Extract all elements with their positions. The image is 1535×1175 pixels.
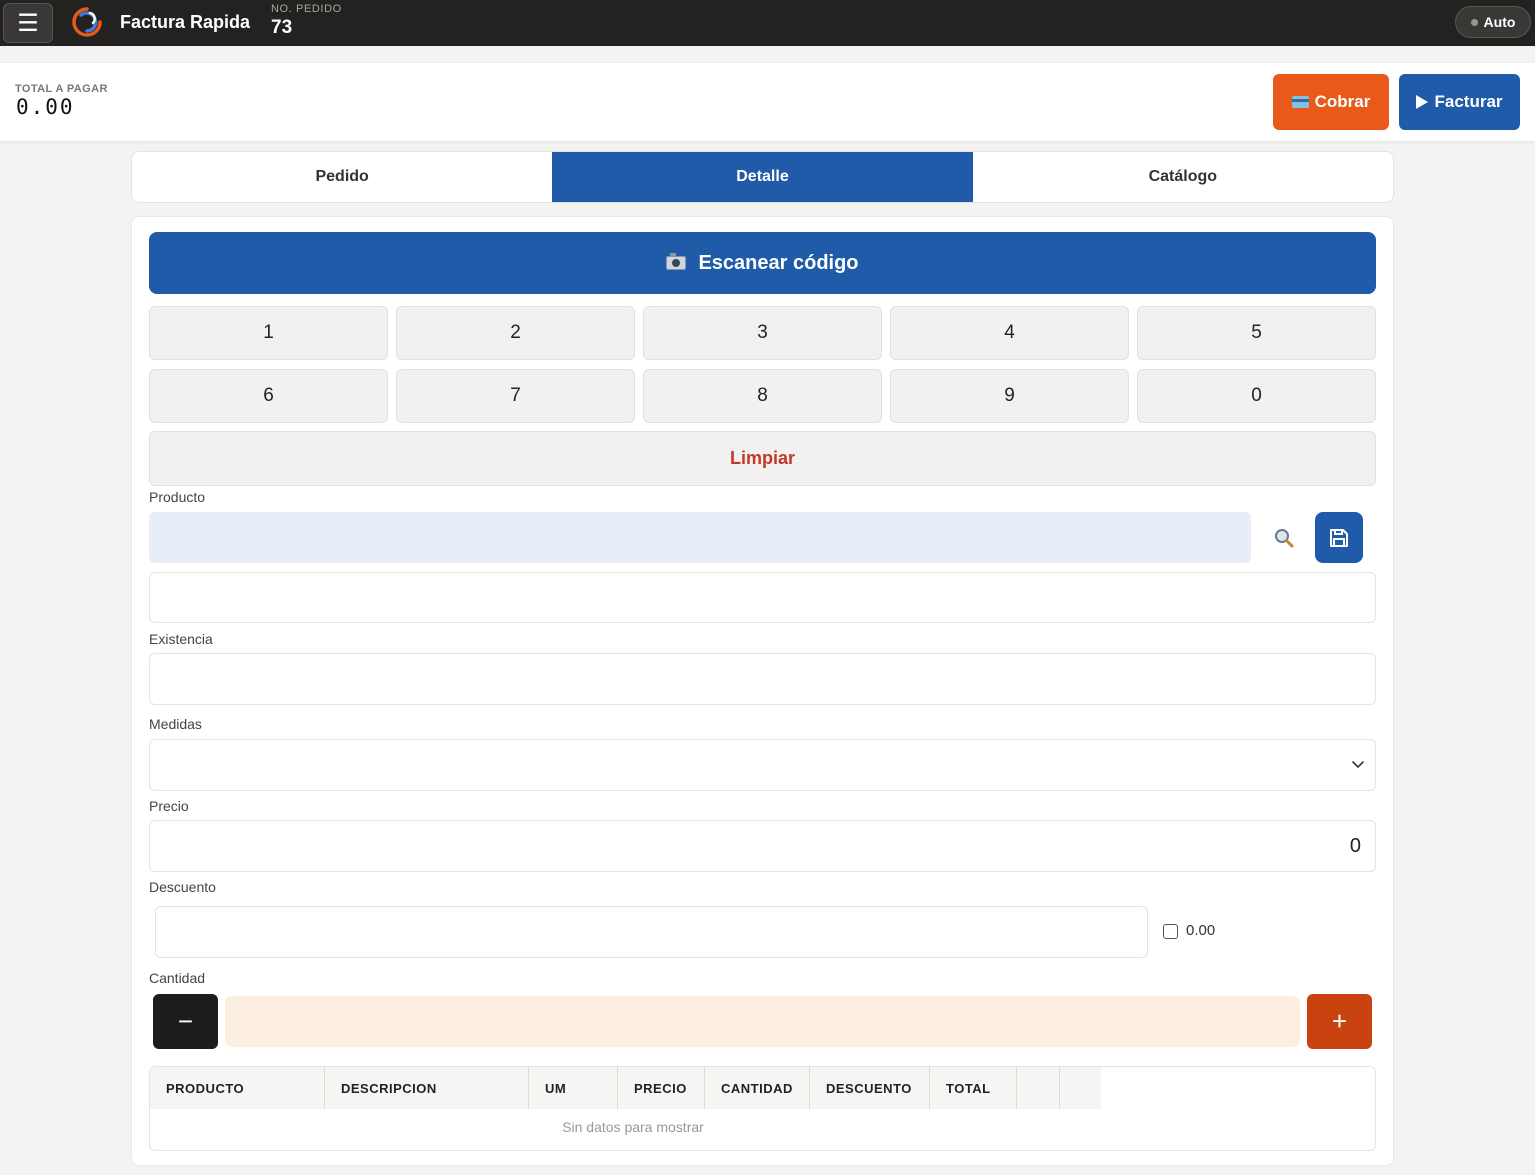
increase-quantity-button[interactable]: + [1307,994,1372,1049]
table-header: PRODUCTO DESCRIPCION UM PRECIO CANTIDAD … [150,1067,1101,1109]
camera-icon [666,253,687,270]
descuento-label: Descuento [149,879,216,895]
menu-button[interactable]: ☰ [3,3,53,43]
facturar-label: Facturar [1434,92,1503,111]
keypad-key-1[interactable]: 1 [149,306,388,360]
descripcion-field[interactable] [149,572,1376,623]
scan-barcode-button[interactable]: Escanear código [149,232,1376,294]
app-title: Factura Rapida [120,12,251,32]
existencia-field[interactable] [149,653,1376,705]
empty-table-message: Sin datos para mostrar [562,1119,704,1135]
chevron-down-icon [1352,761,1364,769]
order-number: 73 [271,17,293,38]
keypad-key-5[interactable]: 5 [1137,306,1376,360]
clear-button[interactable]: Limpiar [149,431,1376,486]
keypad-key-4[interactable]: 4 [890,306,1129,360]
search-icon[interactable] [1272,526,1296,550]
producto-label: Producto [149,489,206,505]
keypad-key-6[interactable]: 6 [149,369,388,423]
keypad-key-9[interactable]: 9 [890,369,1129,423]
producto-input[interactable] [149,512,1251,563]
column-header-descuento[interactable]: DESCUENTO [810,1067,930,1109]
cantidad-label: Cantidad [149,970,206,986]
save-product-button[interactable] [1315,512,1363,563]
medidas-label: Medidas [149,716,202,732]
play-icon [1416,95,1429,109]
precio-label: Precio [149,798,189,814]
column-header-producto[interactable]: PRODUCTO [150,1067,325,1109]
column-header-precio[interactable]: PRECIO [618,1067,705,1109]
cobrar-button[interactable]: Cobrar [1273,74,1389,130]
column-header-um[interactable]: UM [529,1067,618,1109]
auto-mode-toggle[interactable]: Auto [1455,6,1531,38]
medidas-select[interactable] [149,739,1376,791]
keypad-key-0[interactable]: 0 [1137,369,1376,423]
status-dot-icon [1470,18,1478,26]
keypad-key-3[interactable]: 3 [643,306,882,360]
descuento-percent-checkbox[interactable] [1163,924,1178,939]
auto-mode-label: Auto [1483,14,1516,30]
facturar-button[interactable]: Facturar [1399,74,1520,130]
keypad-key-7[interactable]: 7 [396,369,635,423]
decrease-quantity-button[interactable]: − [153,994,218,1049]
cobrar-label: Cobrar [1314,92,1371,111]
total-value: 0.00 [16,95,75,119]
keypad-key-8[interactable]: 8 [643,369,882,423]
column-header-action-1[interactable] [1017,1067,1060,1109]
tab-bar: Pedido Detalle Catálogo [131,151,1394,203]
hamburger-icon: ☰ [17,9,39,37]
descuento-percent-value: 0.00 [1186,922,1216,939]
cantidad-input[interactable] [225,996,1300,1047]
descuento-field[interactable] [155,906,1148,958]
precio-field[interactable] [149,820,1376,872]
total-label: TOTAL A PAGAR [15,83,108,95]
order-number-label: NO. PEDIDO [271,3,342,15]
existencia-label: Existencia [149,631,213,647]
scan-barcode-label: Escanear código [698,251,859,274]
tab-detalle[interactable]: Detalle [552,152,973,202]
column-header-descripcion[interactable]: DESCRIPCION [325,1067,529,1109]
total-bar: TOTAL A PAGAR 0.00 Cobrar Facturar [0,63,1535,141]
column-header-action-2[interactable] [1060,1067,1101,1109]
app-logo-icon [72,7,102,37]
order-lines-table: PRODUCTO DESCRIPCION UM PRECIO CANTIDAD … [149,1066,1376,1151]
credit-card-icon [1291,96,1309,108]
save-icon [1330,528,1348,547]
tab-pedido[interactable]: Pedido [132,152,552,202]
keypad-key-2[interactable]: 2 [396,306,635,360]
column-header-total[interactable]: TOTAL [930,1067,1017,1109]
column-header-cantidad[interactable]: CANTIDAD [705,1067,810,1109]
top-bar: ☰ Factura Rapida NO. PEDIDO 73 Auto [0,0,1535,46]
tab-catalogo[interactable]: Catálogo [973,152,1393,202]
